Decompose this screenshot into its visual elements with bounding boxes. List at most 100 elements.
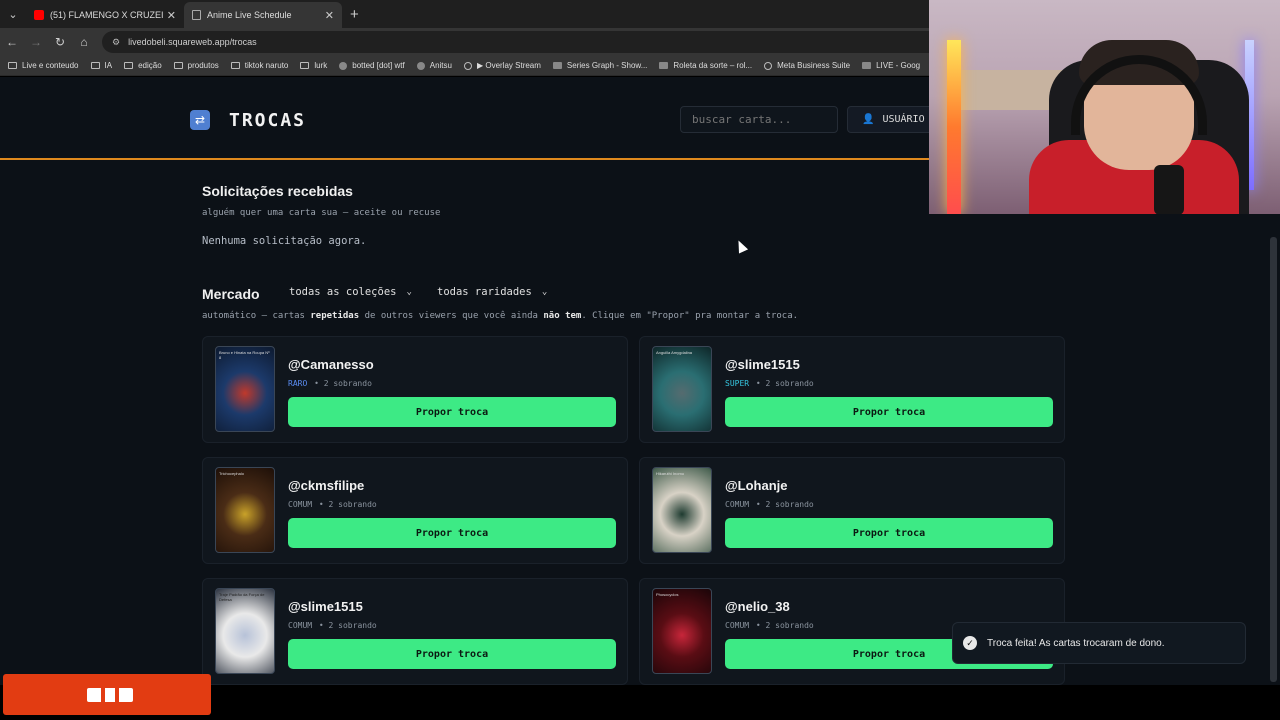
spare-count: • 2 sobrando [751,621,814,630]
search-card-input[interactable] [680,106,838,133]
bookmark-label: produtos [187,61,219,70]
card-thumbnail[interactable]: Phosocyclos [652,588,712,674]
spare-count: • 2 sobrando [309,379,372,388]
bookmark-series-graph[interactable]: Series Graph - Show... [552,61,648,70]
rarity-label: RARO [288,379,308,388]
meta-icon [764,61,773,70]
tab-search-chevron-icon[interactable]: ⌄ [0,0,26,28]
new-tab-icon[interactable]: + [350,6,359,23]
market-card: Anguilla Amygdalina @slime1515 SUPER • 2… [639,336,1065,443]
bookmark-live-e-conteudo[interactable]: Live e conteudo [8,61,79,70]
bookmark-produtos[interactable]: produtos [173,61,219,70]
bookmark-overlay-stream[interactable]: ▶ Overlay Stream [463,61,541,70]
market-card: Traje Padrão da Força de Defesa @slime15… [202,578,628,685]
spare-count: • 2 sobrando [751,500,814,509]
bookmark-label: lurk [314,61,328,70]
rarity-filter-value: todas raridades [437,286,532,298]
folder-icon [300,62,310,69]
card-owner: @nelio_38 [725,599,790,614]
bookmark-label: Series Graph - Show... [566,61,648,70]
card-meta: COMUM • 2 sobrando [288,621,377,630]
close-tab-icon[interactable]: ✕ [325,9,334,22]
card-thumbnail[interactable]: Bruno e Hinata na Roupa Nº 8 [215,346,275,432]
trade-logo-icon: ⇄ [190,110,210,130]
market-subtitle-bold: repetidas [310,311,360,321]
market-subtitle: automático — cartas repetidas de outros … [202,311,798,321]
success-toast: ✓ Troca feita! As cartas trocaram de don… [952,622,1246,664]
market-card: Bruno e Hinata na Roupa Nº 8 @Camanesso … [202,336,628,443]
bookmark-label: tiktok naruto [244,61,289,70]
folder-icon [124,62,134,69]
bookmark-label: Anitsu [429,61,452,70]
bookmark-label: IA [104,61,113,70]
site-icon [463,61,472,70]
tab-youtube[interactable]: (51) FLAMENGO X CRUZEIRO | ✕ [26,2,184,28]
card-owner: @ckmsfilipe [288,478,365,493]
user-icon: 👤 [862,114,875,125]
card-thumbnail[interactable]: Anguilla Amygdalina [652,346,712,432]
bookmark-edicao[interactable]: edição [124,61,162,70]
microphone-icon [1154,165,1184,214]
thumbnail-caption: Bruno e Hinata na Roupa Nº 8 [219,350,270,360]
market-subtitle-text: . Clique em "Propor" pra montar a troca. [581,311,799,321]
youtube-icon [34,10,44,20]
market-subtitle-bold: não tem [543,311,582,321]
thumbnail-caption: Phosocyclos [656,592,679,597]
folder-icon [230,62,240,69]
bookmark-meta-business[interactable]: Meta Business Suite [764,61,850,70]
propose-trade-button[interactable]: Propor troca [288,518,616,548]
spare-count: • 2 sobrando [751,379,814,388]
page-title: TROCAS [229,110,307,131]
thumbnail-caption: Hikaruthi Inomu [656,471,685,476]
site-icon [416,61,425,70]
forward-icon[interactable]: → [24,35,48,49]
check-icon: ✓ [963,636,977,650]
bookmark-label: Meta Business Suite [777,61,851,70]
site-icon [552,62,562,69]
spare-count: • 2 sobrando [314,500,377,509]
card-thumbnail[interactable]: Hikaruthi Inomu [652,467,712,553]
bookmark-lurk[interactable]: lurk [300,61,327,70]
rarity-label: COMUM [725,500,750,509]
chevron-down-icon: ⌄ [541,287,548,297]
tab-anime-live-schedule[interactable]: Anime Live Schedule ✕ [184,2,342,28]
webcam-light-left [947,40,961,214]
rarity-filter-select[interactable]: todas raridades ⌄ [437,282,547,302]
back-icon[interactable]: ← [0,35,24,49]
bookmark-botted[interactable]: botted [dot] wtf [339,61,405,70]
card-meta: SUPER • 2 sobrando [725,379,814,388]
overlay-logo-icon [87,684,133,706]
bookmark-live-goog[interactable]: LIVE - Goog [862,61,920,70]
bookmark-label: botted [dot] wtf [352,61,405,70]
bookmark-tiktok-naruto[interactable]: tiktok naruto [230,61,289,70]
bookmark-roleta[interactable]: Roleta da sorte – rol... [659,61,752,70]
bookmark-anitsu[interactable]: Anitsu [416,61,452,70]
rarity-label: COMUM [725,621,750,630]
stream-overlay-badge [3,674,211,715]
thumbnail-caption: Trichocephalo [219,471,244,476]
propose-trade-button[interactable]: Propor troca [725,397,1053,427]
collection-filter-select[interactable]: todas as coleções ⌄ [289,282,412,302]
scrollbar-thumb[interactable] [1270,237,1277,682]
site-settings-icon[interactable]: ⚙ [112,37,120,48]
card-owner: @Lohanje [725,478,788,493]
reload-icon[interactable]: ↻ [48,35,72,49]
requests-title: Solicitações recebidas [202,183,353,199]
card-meta: COMUM • 2 sobrando [725,621,814,630]
home-icon[interactable]: ⌂ [72,35,96,49]
propose-trade-button[interactable]: Propor troca [288,397,616,427]
rarity-label: SUPER [725,379,750,388]
market-card: Hikaruthi Inomu @Lohanje COMUM • 2 sobra… [639,457,1065,564]
thumbnail-caption: Anguilla Amygdalina [656,350,693,355]
propose-trade-button[interactable]: Propor troca [725,518,1053,548]
toast-message: Troca feita! As cartas trocaram de dono. [987,637,1165,649]
close-tab-icon[interactable]: ✕ [167,9,176,22]
card-meta: COMUM • 2 sobrando [725,500,814,509]
propose-trade-button[interactable]: Propor troca [288,639,616,669]
card-thumbnail[interactable]: Traje Padrão da Força de Defesa [215,588,275,674]
bookmark-label: ▶ Overlay Stream [476,61,541,70]
folder-icon [173,62,183,69]
card-thumbnail[interactable]: Trichocephalo [215,467,275,553]
bookmark-ia[interactable]: IA [90,61,113,70]
bookmark-label: LIVE - Goog [876,61,921,70]
